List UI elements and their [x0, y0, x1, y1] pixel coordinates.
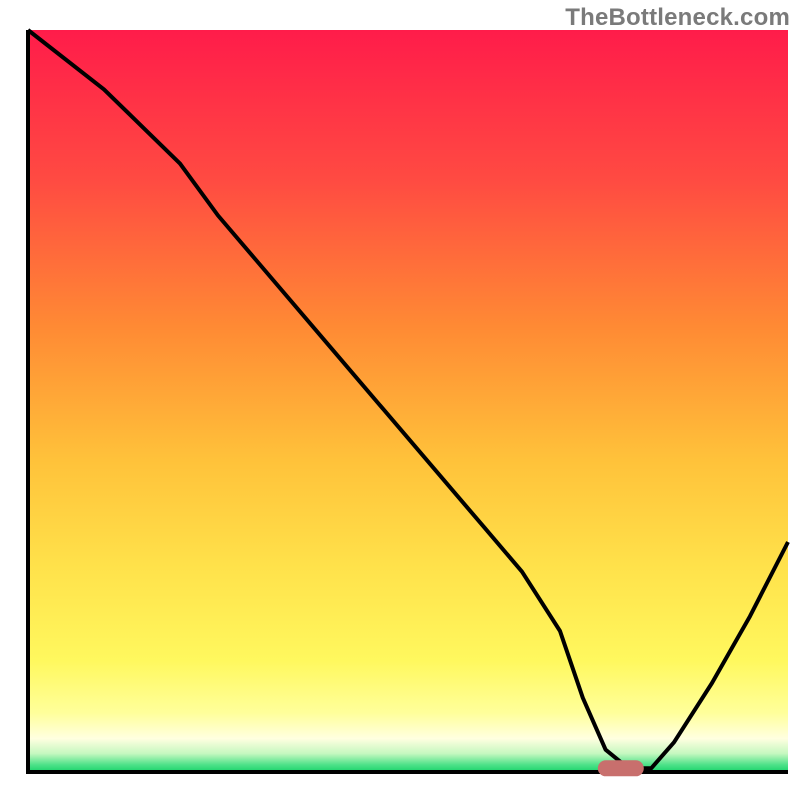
optimum-marker — [598, 760, 644, 776]
plot-background — [28, 30, 788, 772]
attribution-text: TheBottleneck.com — [565, 4, 790, 32]
bottleneck-chart — [0, 0, 800, 800]
